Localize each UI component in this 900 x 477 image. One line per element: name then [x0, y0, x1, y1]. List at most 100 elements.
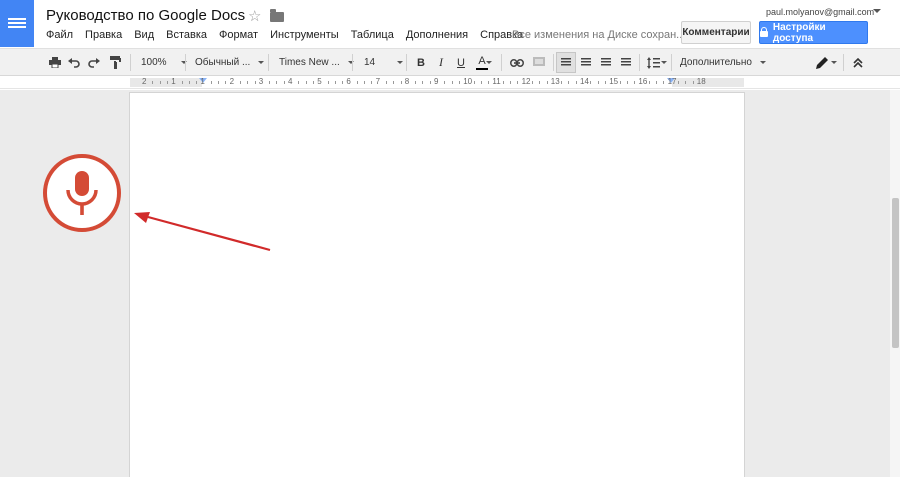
pen-edit-icon[interactable] [812, 52, 832, 73]
ruler-number: 18 [696, 77, 706, 86]
menu-table[interactable]: Таблица [351, 29, 394, 41]
align-center-button[interactable] [576, 52, 596, 73]
ruler-number: 9 [434, 77, 439, 86]
more-button[interactable]: Дополнительно [680, 49, 766, 76]
ruler: 2 1 1 2 3 4 5 6 7 8 9 10 11 12 13 14 15 16 17 18 [0, 76, 900, 89]
folder-icon[interactable] [270, 9, 284, 22]
microphone-icon [66, 171, 98, 215]
redo-icon[interactable] [84, 52, 104, 73]
comments-button[interactable]: Комментарии [681, 21, 751, 44]
ruler-tick [561, 81, 563, 84]
toolbar-divider [553, 54, 554, 71]
ruler-tick [400, 81, 402, 84]
link-icon[interactable] [507, 52, 527, 73]
ruler-tick [327, 81, 329, 84]
line-spacing-icon[interactable] [643, 52, 663, 73]
ruler-number: 1 [171, 77, 176, 86]
menu-view[interactable]: Вид [134, 29, 154, 41]
chevron-down-icon[interactable] [486, 61, 492, 64]
ruler-tick [188, 81, 190, 84]
ruler-tick [342, 81, 344, 84]
collapse-toolbar-icon[interactable] [848, 52, 868, 73]
ruler-tick [415, 81, 417, 84]
italic-button[interactable]: I [431, 52, 451, 73]
ruler-tick [364, 81, 365, 84]
docs-menu-icon[interactable] [0, 0, 34, 47]
voice-typing-button[interactable] [43, 154, 121, 232]
text-color-swatch [476, 67, 488, 70]
scrollbar-thumb[interactable] [892, 198, 899, 348]
menu-bar: Файл Правка Вид Вставка Формат Инструмен… [46, 29, 535, 41]
save-status[interactable]: Все изменения на Диске сохран... [512, 29, 685, 41]
comment-icon[interactable] [529, 52, 549, 73]
account-email[interactable]: paul.molyanov@gmail.com [766, 7, 874, 17]
ruler-tick [159, 81, 161, 84]
align-justify-button[interactable] [616, 52, 636, 73]
zoom-value: 100% [141, 57, 167, 68]
align-right-button[interactable] [596, 52, 616, 73]
ruler-tick [385, 81, 387, 84]
toolbar-divider [671, 54, 672, 71]
ruler-tick [517, 81, 519, 84]
ruler-tick [473, 81, 475, 84]
underline-button[interactable]: U [451, 52, 471, 73]
style-select[interactable]: Обычный ... [195, 49, 265, 76]
ruler-tick [663, 81, 665, 84]
chevron-down-icon [759, 61, 766, 64]
chevron-down-icon[interactable] [661, 61, 667, 64]
align-left-button[interactable] [556, 52, 576, 73]
ruler-tick [590, 81, 592, 84]
ruler-tick [218, 81, 219, 84]
font-size-select[interactable]: 14 [364, 49, 404, 76]
ruler-tick [685, 81, 687, 84]
ruler-number: 4 [288, 77, 293, 86]
ruler-tick [269, 81, 271, 84]
share-button[interactable]: Настройки доступа [759, 21, 868, 44]
document-page[interactable] [129, 92, 745, 477]
ruler-number: 8 [404, 77, 410, 86]
ruler-tick [312, 81, 314, 84]
menu-format[interactable]: Формат [219, 29, 258, 41]
ruler-tick [546, 81, 548, 84]
menu-tools[interactable]: Инструменты [270, 29, 339, 41]
star-icon[interactable]: ☆ [248, 7, 261, 25]
zoom-select[interactable]: 100% [141, 49, 187, 76]
ruler-tick [298, 81, 300, 84]
chevron-down-icon[interactable] [873, 9, 881, 13]
ruler-tick [152, 81, 154, 84]
ruler-tick [568, 81, 570, 84]
document-title[interactable]: Руководство по Google Docs [46, 7, 245, 24]
ruler-tick [334, 81, 336, 84]
ruler-tick [656, 81, 657, 84]
menu-edit[interactable]: Правка [85, 29, 122, 41]
font-size-value: 14 [364, 57, 376, 68]
ruler-number: 6 [346, 77, 351, 86]
font-select[interactable]: Times New ... [279, 49, 354, 76]
align-left-icon [561, 58, 571, 67]
font-value: Times New ... [279, 57, 340, 68]
ruler-number: 12 [521, 77, 531, 86]
menu-insert[interactable]: Вставка [166, 29, 207, 41]
chevron-down-icon[interactable] [831, 61, 837, 64]
ruler-number: 13 [550, 77, 560, 86]
ruler-tick [225, 81, 227, 84]
print-icon[interactable] [45, 52, 65, 73]
ruler-number: 16 [638, 77, 648, 86]
vertical-scrollbar[interactable] [890, 90, 900, 477]
toolbar-divider [268, 54, 269, 71]
menu-file[interactable]: Файл [46, 29, 73, 41]
ruler-tick [276, 81, 278, 84]
paint-format-icon[interactable] [105, 52, 125, 73]
ruler-right-margin [672, 78, 744, 87]
ruler-number: 1 [200, 77, 205, 86]
ruler-tick [371, 81, 373, 84]
ruler-track[interactable]: 2 1 1 2 3 4 5 6 7 8 9 10 11 12 13 14 15 16 17 18 [130, 77, 744, 87]
undo-icon[interactable] [64, 52, 84, 73]
ruler-number: 2 [142, 77, 147, 86]
align-center-icon [581, 58, 591, 67]
bold-button[interactable]: B [411, 52, 431, 73]
menu-addons[interactable]: Дополнения [406, 29, 468, 41]
ruler-tick [196, 81, 198, 84]
ruler-tick [677, 81, 679, 84]
align-justify-icon [621, 58, 631, 67]
